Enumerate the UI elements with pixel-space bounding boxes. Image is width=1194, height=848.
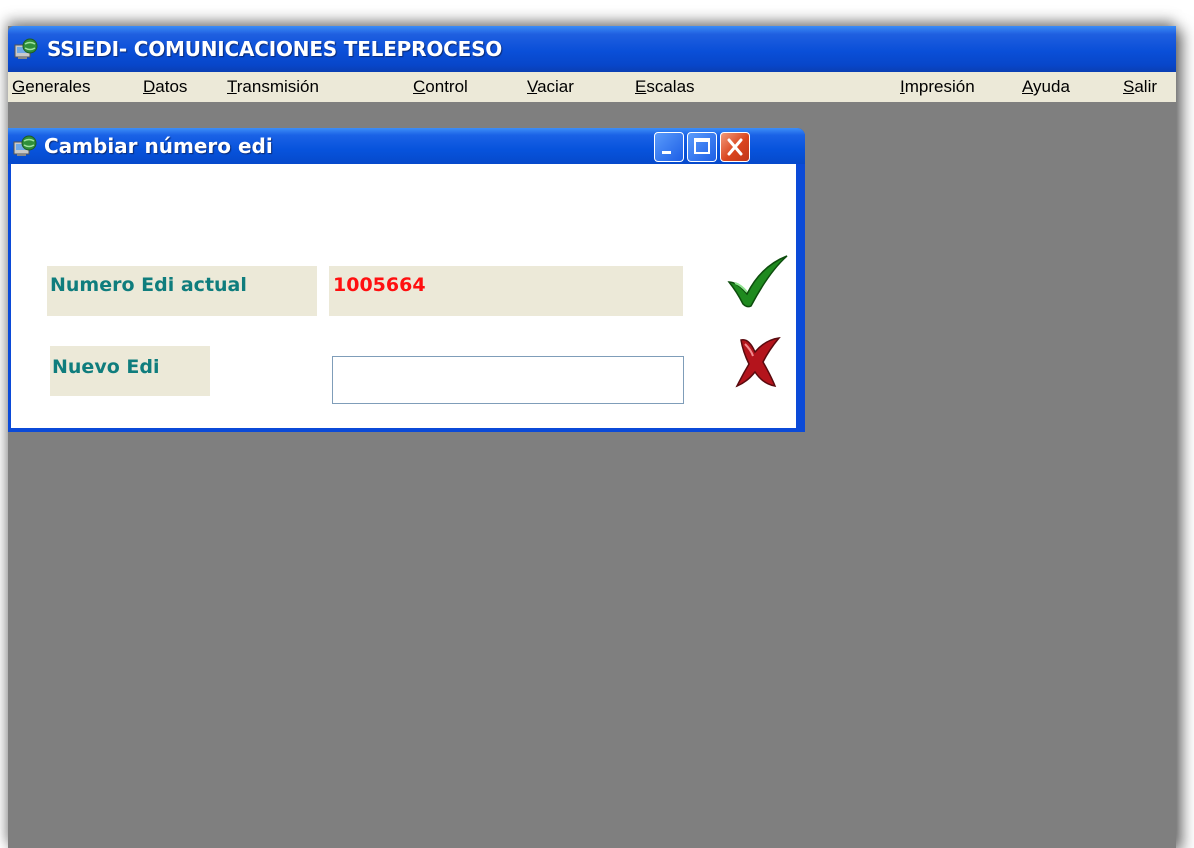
menu-escalas[interactable]: Escalas	[635, 77, 695, 97]
dialog-title: Cambiar número edi	[44, 134, 273, 158]
change-edi-dialog: Cambiar número edi Numero Edi actual 100…	[8, 128, 805, 432]
dialog-titlebar[interactable]: Cambiar número edi	[8, 128, 805, 164]
menu-ayuda[interactable]: Ayuda	[1022, 77, 1070, 97]
new-edi-input[interactable]	[332, 356, 684, 404]
main-window: SSIEDI- COMUNICACIONES TELEPROCESO Gener…	[8, 26, 1176, 848]
close-icon	[727, 138, 743, 156]
app-titlebar: SSIEDI- COMUNICACIONES TELEPROCESO	[8, 26, 1176, 72]
red-x-icon[interactable]	[731, 334, 785, 390]
menu-generales[interactable]: Generales	[12, 77, 90, 97]
app-icon	[14, 38, 38, 59]
menu-salir[interactable]: Salir	[1123, 77, 1157, 97]
close-button[interactable]	[720, 132, 750, 162]
menu-vaciar[interactable]: Vaciar	[527, 77, 574, 97]
menu-bar: Generales Datos Transmisión Control Vaci…	[8, 72, 1176, 102]
menu-control[interactable]: Control	[413, 77, 468, 97]
dialog-body: Numero Edi actual 1005664 Nuevo Edi	[11, 164, 796, 428]
menu-impresion[interactable]: Impresión	[900, 77, 975, 97]
app-icon	[13, 135, 37, 156]
menu-transmision[interactable]: Transmisión	[227, 77, 319, 97]
checkmark-icon[interactable]	[723, 252, 791, 312]
new-edi-label: Nuevo Edi	[52, 356, 160, 378]
minimize-button[interactable]	[654, 132, 684, 162]
current-edi-label: Numero Edi actual	[50, 274, 247, 296]
minimize-icon	[662, 151, 671, 154]
current-edi-value: 1005664	[333, 274, 426, 296]
menu-datos[interactable]: Datos	[143, 77, 187, 97]
maximize-button[interactable]	[687, 132, 717, 162]
maximize-icon	[694, 138, 710, 154]
app-title: SSIEDI- COMUNICACIONES TELEPROCESO	[47, 37, 503, 61]
